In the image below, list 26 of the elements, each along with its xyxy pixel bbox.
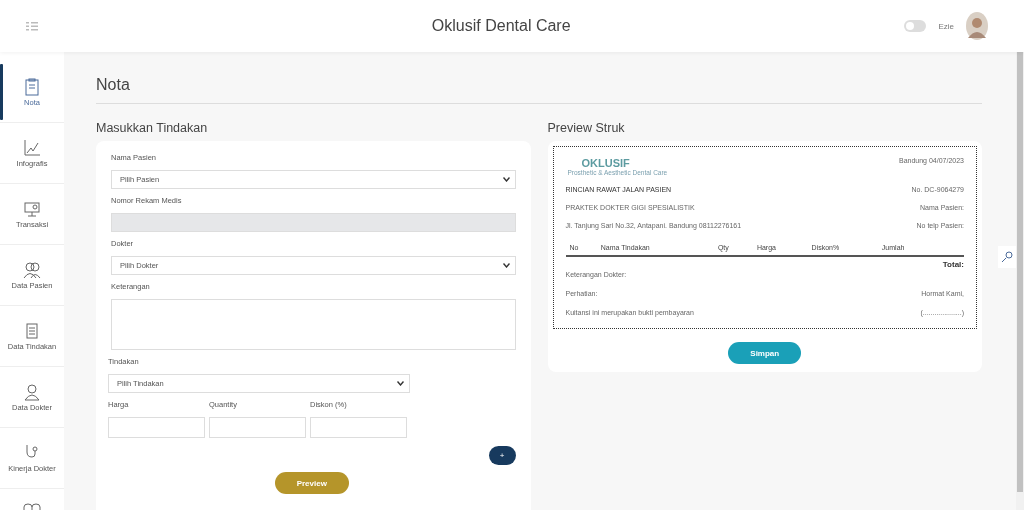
add-button[interactable]: +: [488, 446, 516, 465]
monitor-icon: [23, 199, 41, 218]
clipboard-icon: [23, 77, 41, 96]
chart-icon: [23, 138, 41, 157]
input-field[interactable]: [108, 417, 205, 438]
total-label: Total:: [941, 260, 964, 269]
textarea-field[interactable]: [111, 299, 516, 350]
app-title: Oklusif Dental Care: [430, 17, 572, 35]
avatar-icon[interactable]: [966, 12, 988, 40]
input-field[interactable]: [209, 417, 306, 438]
teeth-icon: [23, 503, 41, 510]
people-icon: [23, 260, 41, 279]
theme-toggle[interactable]: [904, 20, 927, 32]
input-field[interactable]: [310, 417, 407, 438]
scrollbar[interactable]: [1016, 52, 1024, 510]
document-icon: [23, 321, 41, 340]
page-title: Nota: [96, 76, 131, 94]
section-title: Preview Struk: [547, 121, 626, 135]
person-icon: [23, 382, 41, 401]
chevron-icon: [502, 263, 510, 268]
user-name: Ezie: [938, 21, 954, 31]
input-field[interactable]: [111, 213, 516, 232]
chevron-icon: [397, 381, 404, 386]
section-title: Masukkan Tindakan: [96, 121, 209, 135]
menu-icon[interactable]: [26, 21, 38, 31]
chevron-icon: [502, 177, 510, 182]
